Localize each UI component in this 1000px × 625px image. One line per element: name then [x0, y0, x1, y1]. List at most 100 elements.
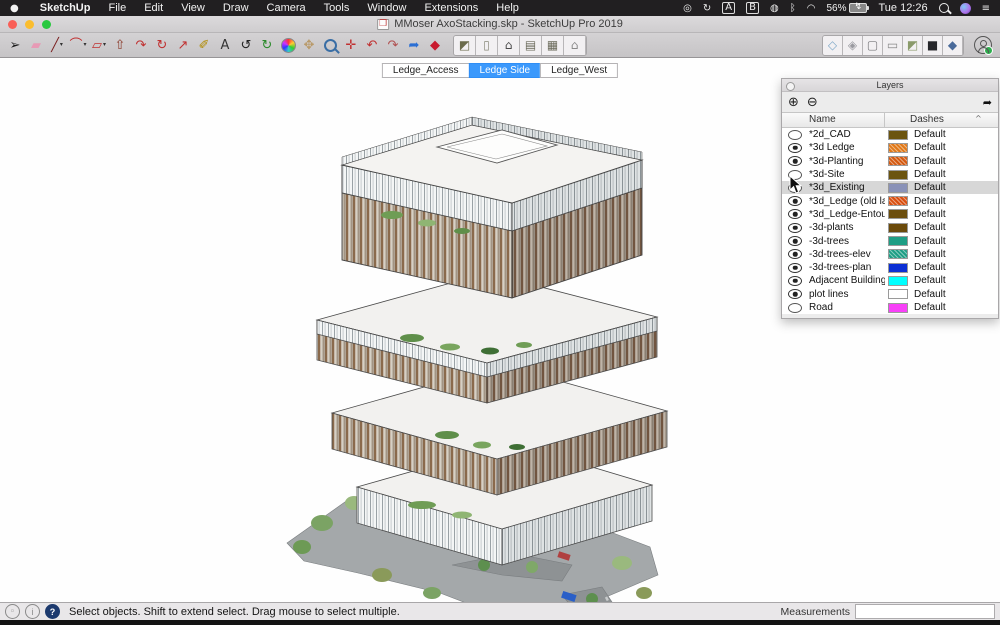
style-shaded-textures-button[interactable]: ■ — [923, 36, 943, 55]
layer-name[interactable]: *3d-Site — [809, 169, 885, 180]
push-pull-tool[interactable]: ⇧ — [110, 35, 130, 56]
minimize-window-button[interactable] — [25, 20, 34, 29]
bluetooth-icon[interactable]: ᛒ — [790, 3, 796, 14]
layer-visibility-eye-icon[interactable] — [788, 249, 802, 259]
layer-color-swatch[interactable] — [888, 249, 908, 259]
remove-layer-button[interactable]: ⊖ — [807, 96, 818, 109]
sync-icon[interactable]: ↻ — [703, 3, 711, 14]
layer-row[interactable]: *3d LedgeDefault — [782, 141, 998, 154]
menu-item-help[interactable]: Help — [487, 2, 528, 14]
scale-tool[interactable]: ↗ — [173, 35, 193, 56]
layer-visibility-eye-icon[interactable] — [788, 196, 802, 206]
layer-dashes-value[interactable]: Default — [914, 289, 946, 300]
account-avatar[interactable] — [974, 36, 992, 54]
add-layer-button[interactable]: ⊕ — [788, 96, 799, 109]
orbit-tool[interactable]: ↺ — [236, 35, 256, 56]
column-name[interactable]: Name — [809, 114, 836, 125]
layer-row[interactable]: *3d_Ledge (old lay Default — [782, 194, 998, 207]
layer-visibility-eye-icon[interactable] — [788, 143, 802, 153]
layer-name[interactable]: Road — [809, 302, 885, 313]
layer-color-swatch[interactable] — [888, 303, 908, 313]
column-dashes[interactable]: Dashes — [910, 114, 944, 125]
dropdown-caret-icon[interactable]: ▾ — [60, 42, 63, 48]
menu-item-window[interactable]: Window — [358, 2, 415, 14]
layer-dashes-value[interactable]: Default — [914, 182, 946, 193]
spotlight-icon[interactable] — [939, 3, 949, 13]
shape-tool[interactable]: ▱▾ — [89, 35, 109, 56]
menu-item-draw[interactable]: Draw — [214, 2, 258, 14]
layer-color-swatch[interactable] — [888, 236, 908, 246]
layer-color-swatch[interactable] — [888, 156, 908, 166]
layer-name[interactable]: *3d_Ledge (old lay — [809, 196, 885, 207]
layer-name[interactable]: -3d-plants — [809, 222, 885, 233]
layer-row[interactable]: Adjacent BuildingsDefault — [782, 274, 998, 287]
layer-name[interactable]: *3d_Ledge-Entour — [809, 209, 885, 220]
line-tool[interactable]: ╱▾ — [47, 35, 67, 56]
layer-name[interactable]: -3d-trees-plan — [809, 262, 885, 273]
layer-dashes-value[interactable]: Default — [914, 262, 946, 273]
layer-color-swatch[interactable] — [888, 196, 908, 206]
creative-cloud-icon[interactable]: ◍ — [770, 3, 779, 14]
style-wireframe-button[interactable]: ◈ — [843, 36, 863, 55]
text-tool[interactable]: A — [215, 35, 235, 56]
look-around-tool[interactable]: ↻ — [257, 35, 277, 56]
select-tool[interactable]: ➢ — [5, 35, 25, 56]
layer-name[interactable]: *3d_Existing — [809, 182, 885, 193]
style-shaded-button[interactable]: ◩ — [903, 36, 923, 55]
layers-column-header[interactable]: Name Dashes ^ — [782, 112, 998, 128]
layer-dashes-value[interactable]: Default — [914, 196, 946, 207]
layer-dashes-value[interactable]: Default — [914, 249, 946, 260]
layer-row[interactable]: *3d_Ledge-EntourDefault — [782, 208, 998, 221]
paint-color-wheel-tool[interactable] — [278, 35, 298, 56]
next-view-tool[interactable]: ↷ — [383, 35, 403, 56]
zoom-window-button[interactable] — [42, 20, 51, 29]
top-view-button[interactable]: ▯ — [476, 36, 498, 55]
layer-color-swatch[interactable] — [888, 130, 908, 140]
panel-detach-icon[interactable]: ➦ — [983, 96, 992, 109]
notification-center-icon[interactable]: ≡ — [982, 3, 990, 14]
iso-view-button[interactable]: ◩ — [454, 36, 476, 55]
layer-name[interactable]: *3d-Planting — [809, 156, 885, 167]
wifi-icon[interactable]: ◠ — [807, 3, 816, 14]
back-view-button[interactable]: ▦ — [542, 36, 564, 55]
layer-row[interactable]: *3d-Site Default — [782, 168, 998, 181]
layer-dashes-value[interactable]: Default — [914, 236, 946, 247]
menu-item-sketchup[interactable]: SketchUp — [31, 2, 100, 14]
layer-dashes-value[interactable]: Default — [914, 222, 946, 233]
geolocation-icon[interactable]: ◦ — [5, 604, 20, 619]
layer-visibility-eye-icon[interactable] — [788, 223, 802, 233]
dropdown-caret-icon[interactable]: ▾ — [84, 42, 87, 48]
layer-visibility-eye-icon[interactable] — [788, 130, 802, 140]
layer-visibility-eye-icon[interactable] — [788, 263, 802, 273]
sort-caret-icon[interactable]: ^ — [975, 114, 982, 123]
layer-visibility-eye-icon[interactable] — [788, 303, 802, 313]
layer-dashes-value[interactable]: Default — [914, 302, 946, 313]
menu-item-camera[interactable]: Camera — [258, 2, 315, 14]
layer-name[interactable]: -3d-trees — [809, 236, 885, 247]
layer-visibility-eye-icon[interactable] — [788, 289, 802, 299]
layer-color-swatch[interactable] — [888, 183, 908, 193]
menu-item-extensions[interactable]: Extensions — [415, 2, 487, 14]
layer-name[interactable]: plot lines — [809, 289, 885, 300]
layer-color-swatch[interactable] — [888, 276, 908, 286]
zoom-extents-tool[interactable]: ✛ — [341, 35, 361, 56]
layer-dashes-value[interactable]: Default — [914, 169, 946, 180]
layer-color-swatch[interactable] — [888, 209, 908, 219]
style-back-edges-button[interactable]: ▢ — [863, 36, 883, 55]
screen-record-icon[interactable]: ◎ — [683, 3, 692, 14]
apple-menu-icon[interactable]: ● — [10, 3, 19, 14]
layer-name[interactable]: Adjacent Buildings — [809, 275, 885, 286]
layer-visibility-eye-icon[interactable] — [788, 236, 802, 246]
layer-row[interactable]: -3d-trees-plan Default — [782, 261, 998, 274]
layer-row[interactable]: *3d_Existing Default — [782, 181, 998, 194]
arc-tool[interactable]: ⌒▾ — [68, 35, 88, 56]
close-window-button[interactable] — [8, 20, 17, 29]
home-view-button[interactable]: ⌂ — [564, 36, 586, 55]
info-icon[interactable]: i — [25, 604, 40, 619]
layer-name[interactable]: -3d-trees-elev — [809, 249, 885, 260]
layer-name[interactable]: *3d Ledge — [809, 142, 885, 153]
help-icon[interactable]: ? — [45, 604, 60, 619]
layer-color-swatch[interactable] — [888, 263, 908, 273]
layer-dashes-value[interactable]: Default — [914, 156, 946, 167]
menu-item-tools[interactable]: Tools — [315, 2, 359, 14]
